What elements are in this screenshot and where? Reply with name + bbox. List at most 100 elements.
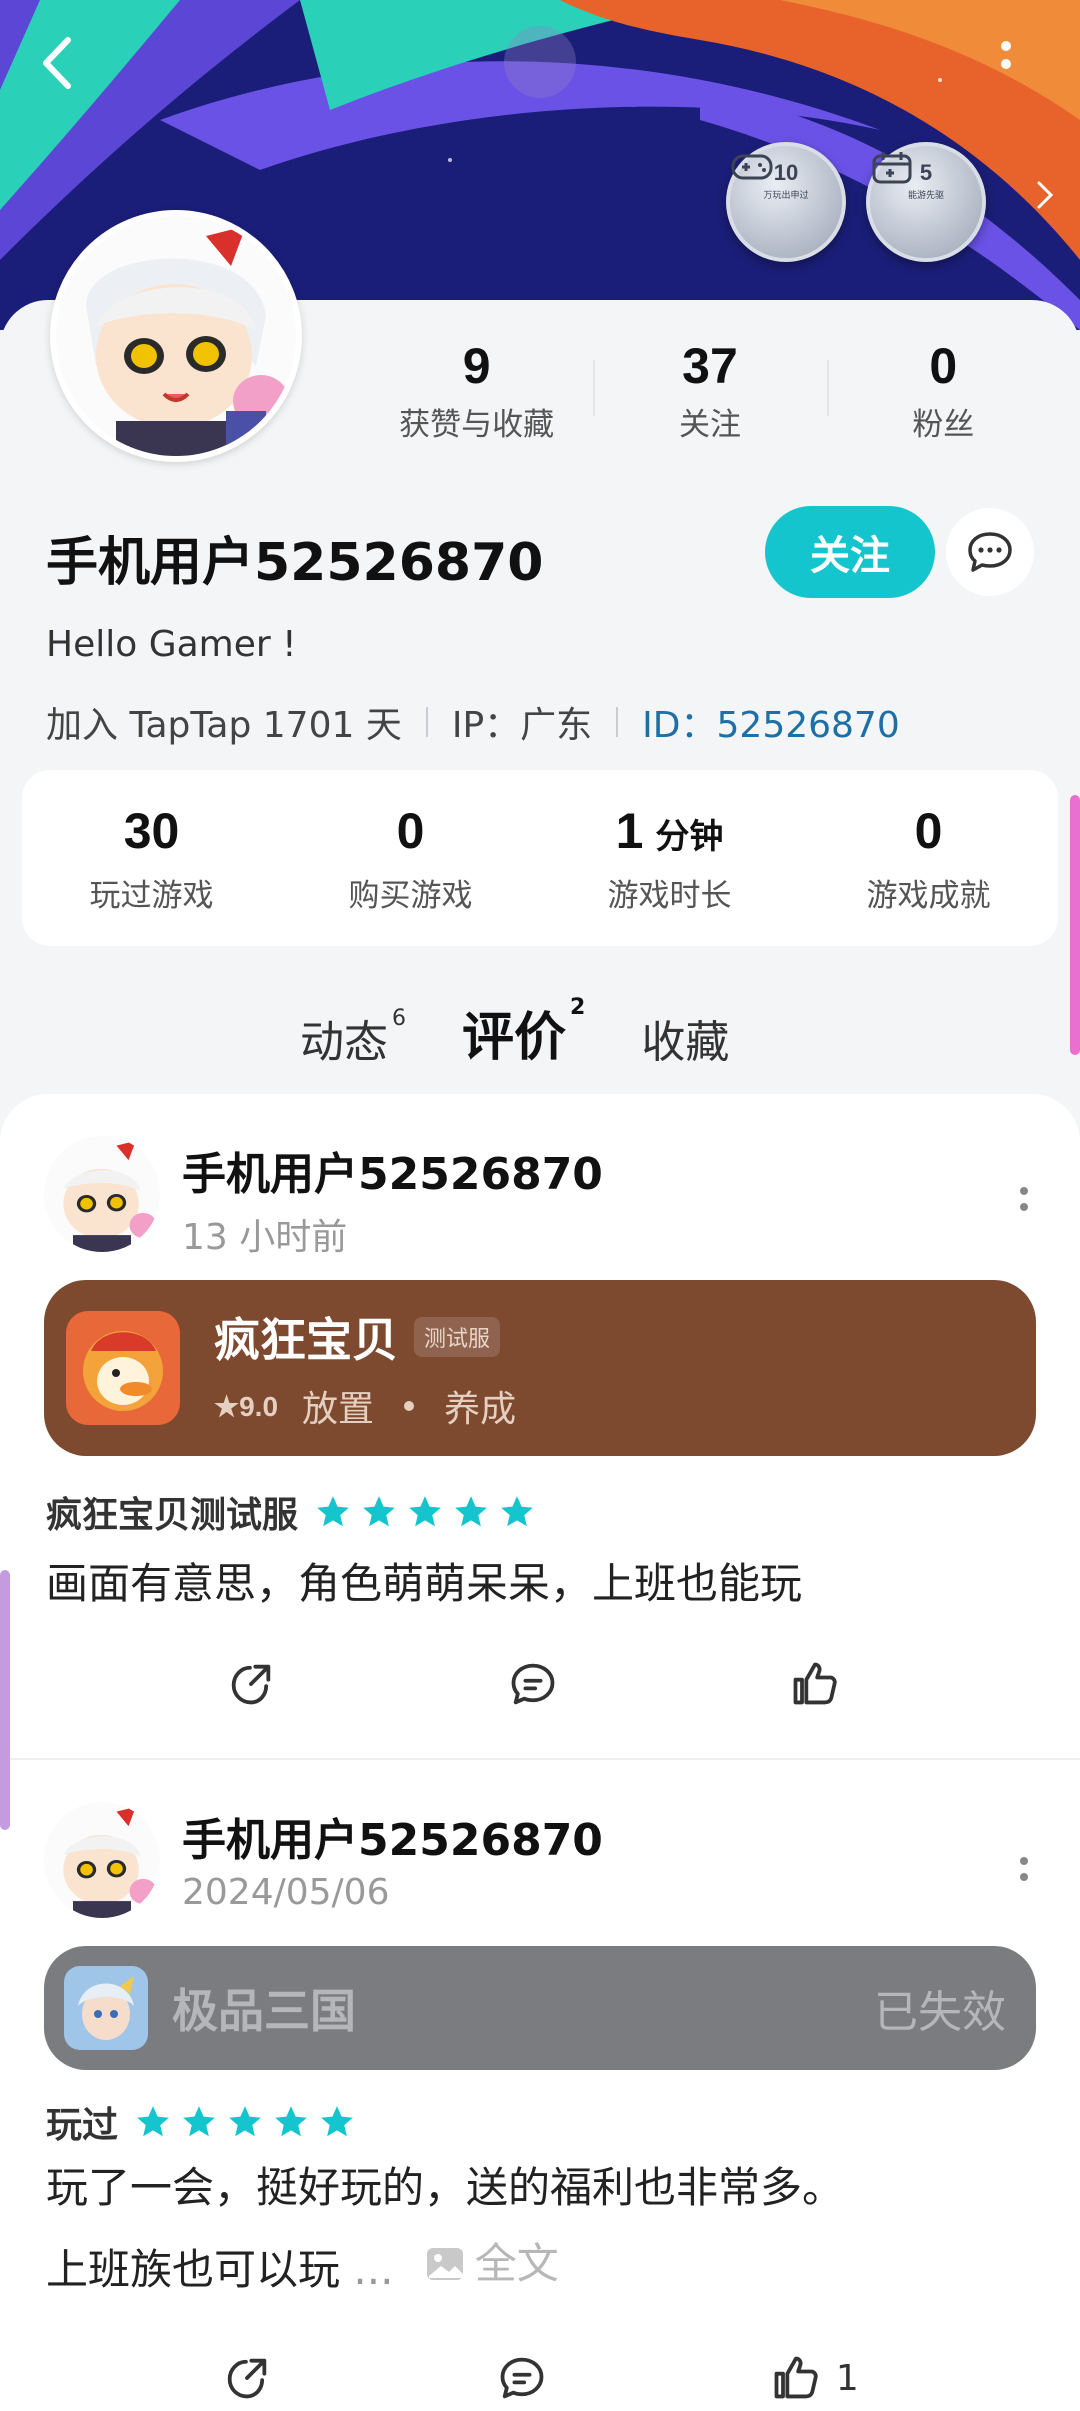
more-menu-button[interactable]	[1000, 40, 1060, 100]
playtime-stat[interactable]: 1 分钟 游戏时长	[540, 770, 799, 946]
chevron-right-icon	[1037, 181, 1054, 209]
review-text[interactable]: 画面有意思，角色萌萌呆呆，上班也能玩	[46, 1546, 1026, 1622]
game-card[interactable]: 疯狂宝贝 测试服 ★9.0 放置 养成	[44, 1280, 1036, 1456]
review-text[interactable]: 玩了一会，挺好玩的，送的福利也非常多。 上班族也可以玩 ... 全文	[46, 2150, 1026, 2308]
achievement-badge[interactable]: 10 万玩出申过	[726, 142, 846, 262]
rating-label: 疯狂宝贝测试服	[46, 1495, 299, 1536]
rating-line: 疯狂宝贝测试服	[46, 1486, 536, 1538]
post-username[interactable]: 手机用户52526870	[182, 1138, 603, 1202]
comment-icon	[511, 1663, 555, 1705]
test-server-tag: 测试服	[414, 1317, 501, 1357]
likes-count: 9	[462, 337, 491, 394]
like-count: 1	[835, 2357, 859, 2399]
profile-username: 手机用户52526870	[46, 533, 544, 593]
stat-value: 30	[123, 802, 180, 859]
badge-number: 5	[919, 160, 933, 185]
stat-value: 0	[396, 802, 425, 859]
game-icon-art	[64, 1966, 148, 2050]
stat-label: 玩过游戏	[89, 877, 214, 914]
star-icon	[137, 2106, 169, 2137]
review-ellipsis: ...	[353, 2245, 394, 2294]
game-icon	[64, 1966, 148, 2050]
avatar-illustration	[44, 1136, 160, 1252]
followers-stat[interactable]: 0 粉丝	[826, 330, 1060, 450]
tab-count: 6	[392, 1006, 406, 1031]
expired-label: 已失效	[874, 1987, 1006, 2038]
calendar-gamepad-icon	[872, 152, 912, 184]
purchased-games-stat[interactable]: 0 购买游戏	[281, 770, 540, 946]
gamepad-icon	[731, 154, 773, 180]
game-stats: 30 玩过游戏 0 购买游戏 1 分钟 游戏时长 0 游戏成就	[22, 770, 1058, 946]
follow-button[interactable]: 关注	[765, 506, 935, 598]
tab-activity[interactable]: 动态 6	[300, 1006, 406, 1070]
stat-unit: 分钟	[655, 816, 724, 857]
game-score: ★9.0	[214, 1390, 279, 1422]
post-username[interactable]: 手机用户52526870	[182, 1804, 603, 1868]
badge-number: 10	[773, 160, 799, 185]
social-stats: 9 获赞与收藏 37 关注 0 粉丝	[360, 330, 1060, 450]
thumbs-up-icon	[793, 1662, 837, 1705]
profile-bio: Hello Gamer !	[46, 624, 297, 665]
thumbs-up-icon	[774, 2356, 818, 2399]
post-avatar[interactable]	[44, 1802, 160, 1918]
star-icon	[455, 1496, 487, 1527]
achievements-stat[interactable]: 0 游戏成就	[799, 770, 1058, 946]
post-avatar[interactable]	[44, 1136, 160, 1252]
badges-more-button[interactable]	[1036, 180, 1066, 220]
comment-button[interactable]	[507, 1658, 559, 1710]
back-button[interactable]	[40, 36, 100, 96]
played-games-stat[interactable]: 30 玩过游戏	[22, 770, 281, 946]
like-button[interactable]	[789, 1658, 855, 1710]
message-button[interactable]	[946, 508, 1034, 596]
stat-value: 0	[914, 802, 943, 859]
review-line: 玩了一会，挺好玩的，送的福利也非常多。	[46, 2163, 845, 2212]
stat-value: 1	[615, 802, 644, 859]
ip-location: IP：广东	[451, 705, 593, 746]
join-days: 加入 TapTap 1701 天	[46, 705, 402, 746]
following-count: 37	[682, 337, 738, 394]
following-stat[interactable]: 37 关注	[593, 330, 826, 450]
user-id[interactable]: ID：52526870	[642, 696, 900, 748]
rating-line: 玩过	[46, 2096, 356, 2148]
feed-scrollbar[interactable]	[0, 1570, 10, 1830]
post-time: 13 小时前	[182, 1217, 348, 1258]
likes-label: 获赞与收藏	[399, 406, 555, 443]
followers-label: 粉丝	[912, 406, 975, 443]
post-actions	[0, 1644, 1080, 1724]
followers-count: 0	[929, 337, 958, 394]
badge-caption: 万玩出申过	[763, 191, 809, 201]
tab-reviews[interactable]: 评价2	[462, 995, 586, 1076]
read-more-link[interactable]: 全文	[425, 2226, 559, 2302]
share-icon	[231, 1664, 271, 1705]
star-icon	[321, 2106, 353, 2137]
image-icon	[426, 2248, 463, 2280]
meta-divider	[425, 707, 428, 737]
game-icon-art	[66, 1311, 180, 1425]
review-line-2: 上班族也可以玩 ... 全文	[46, 2226, 1026, 2308]
achievement-badge[interactable]: 5 能游先驱	[866, 142, 986, 262]
share-button[interactable]	[221, 2352, 273, 2404]
star-icon	[183, 2106, 215, 2137]
game-icon	[66, 1311, 180, 1425]
genre-separator	[404, 1401, 415, 1411]
tab-label: 收藏	[641, 1017, 730, 1068]
star-icon	[275, 2106, 307, 2137]
tab-label: 评价	[462, 1008, 567, 1068]
more-vertical-icon	[1001, 41, 1011, 69]
post-more-button[interactable]	[1004, 1174, 1044, 1224]
game-title: 疯狂宝贝	[214, 1313, 398, 1367]
post-more-button[interactable]	[1004, 1844, 1044, 1894]
game-card-expired[interactable]: 极品三国 已失效	[44, 1946, 1036, 2070]
share-button[interactable]	[225, 1658, 277, 1710]
scrollbar[interactable]	[1070, 795, 1080, 1055]
tab-label: 动态	[300, 1017, 388, 1068]
tab-count: 2	[570, 995, 586, 1020]
user-avatar[interactable]	[50, 210, 302, 462]
star-rating	[134, 2103, 356, 2141]
comment-button[interactable]	[496, 2352, 548, 2404]
stat-label: 游戏时长	[607, 877, 732, 914]
tab-favorites[interactable]: 收藏	[641, 1006, 729, 1070]
star-icon	[409, 1496, 441, 1527]
like-button[interactable]: 1	[770, 2352, 859, 2404]
likes-stat[interactable]: 9 获赞与收藏	[360, 330, 593, 450]
